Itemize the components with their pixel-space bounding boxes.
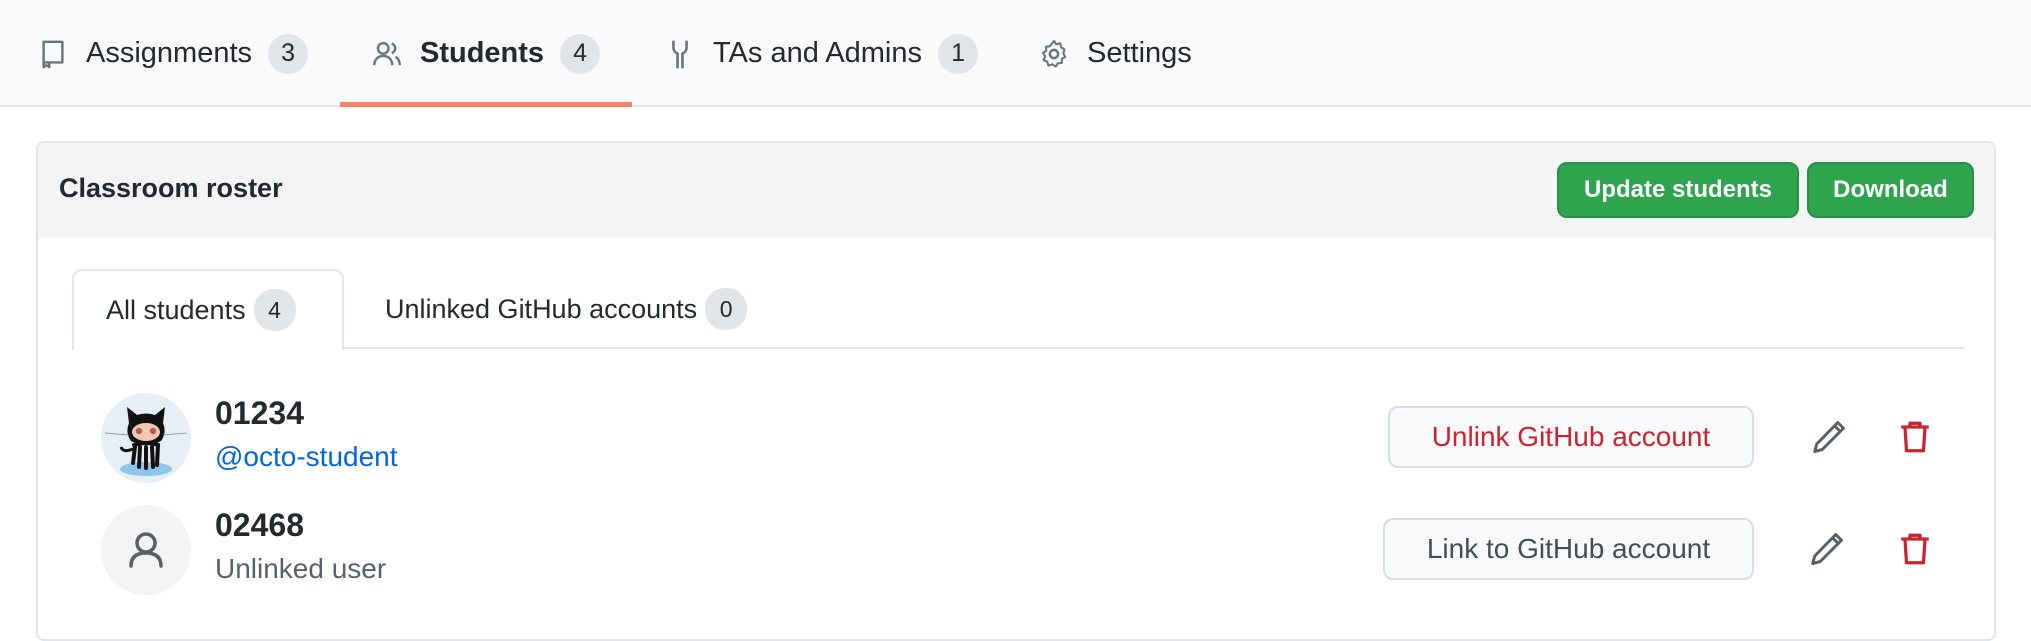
default-avatar [101,505,191,595]
trash-icon[interactable] [1895,417,1935,457]
person-icon [129,532,163,568]
tab-unlinked-github-accounts[interactable]: Unlinked GitHub accounts 0 [385,269,748,349]
student-row: 02468 Unlinked user Link to GitHub accou… [38,495,1994,607]
tab-counter: 1 [938,33,979,74]
book-icon [42,40,64,68]
tab-label: Students [420,37,545,69]
tab-label: Settings [1087,37,1192,69]
octocat-avatar [101,393,191,483]
tab-label: Assignments [86,37,253,69]
link-to-github-account-button[interactable]: Link to GitHub account [1383,518,1754,580]
trash-icon[interactable] [1895,529,1935,569]
gear-icon [1041,39,1067,68]
tab-assignments[interactable]: Assignments 3 [38,0,309,107]
github-username-link[interactable]: @octo-student [215,441,398,473]
people-icon [373,41,401,65]
unlink-github-account-button[interactable]: Unlink GitHub account [1388,406,1754,468]
tab-counter: 3 [268,33,309,74]
top-navigation: Assignments 3 Students 4 TAs and Admins … [0,0,2031,107]
tab-tas-and-admins[interactable]: TAs and Admins 1 [665,0,979,107]
tab-students[interactable]: Students 4 [372,0,601,107]
roster-title: Classroom roster [59,173,283,203]
tab-counter: 4 [560,33,601,74]
pencil-icon[interactable] [1809,417,1849,457]
student-identifier: 02468 [215,507,304,543]
download-button[interactable]: Download [1807,162,1974,218]
roster-tabs: All students 4 Unlinked GitHub accounts … [72,269,1964,351]
tab-label: All students [106,294,246,325]
tab-settings[interactable]: Settings [1039,0,1192,107]
tab-label: Unlinked GitHub accounts [385,293,698,324]
tab-counter: 4 [253,289,296,331]
tab-all-students[interactable]: All students 4 [72,269,344,351]
classroom-roster-panel: Classroom roster Update students Downloa… [36,141,1996,641]
student-row: 01234 @octo-student Unlink GitHub accoun… [38,383,1994,495]
update-students-button[interactable]: Update students [1557,162,1799,218]
tab-counter: 0 [705,288,748,330]
student-identifier: 01234 [215,395,304,431]
octocat-icon [104,407,188,476]
tab-label: TAs and Admins [713,37,923,69]
active-tab-indicator [340,102,632,107]
roster-header: Classroom roster Update students Downloa… [38,143,1994,238]
unlinked-user-label: Unlinked user [215,553,387,584]
tools-icon [672,40,688,68]
pencil-icon[interactable] [1807,529,1847,569]
